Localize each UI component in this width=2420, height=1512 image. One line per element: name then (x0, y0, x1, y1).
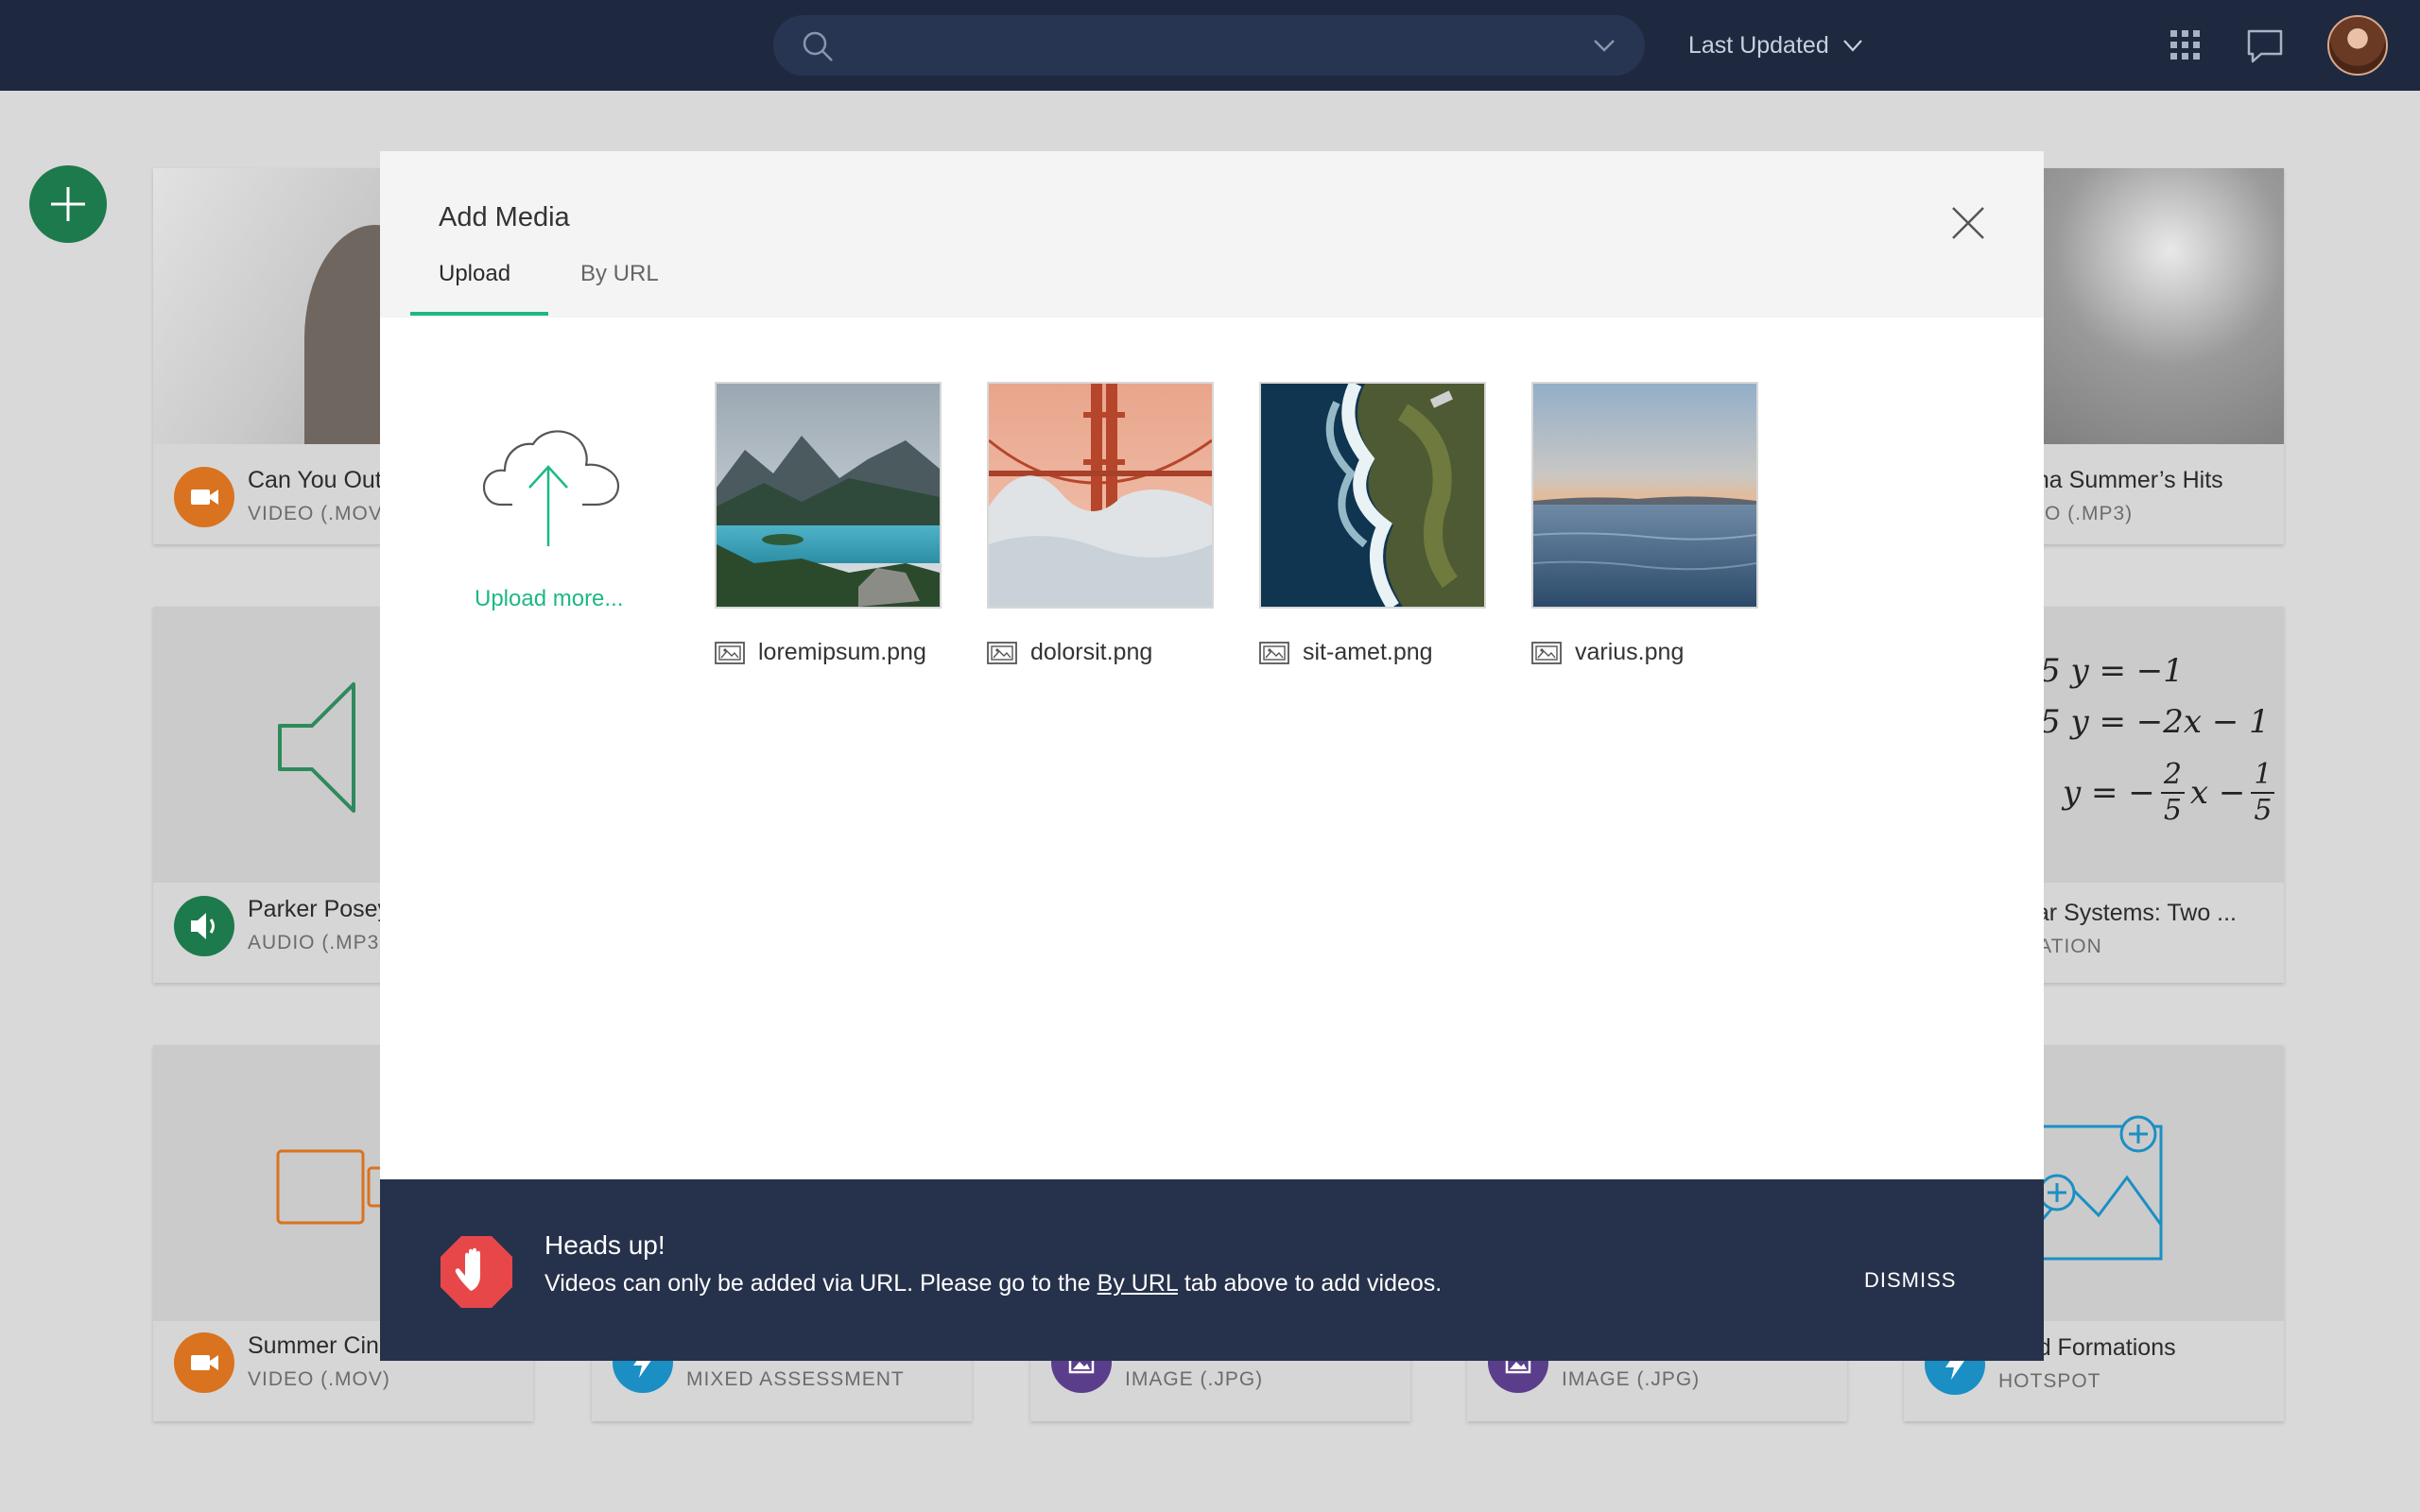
add-media-dialog: Add Media Upload By URL Upload more... l… (380, 151, 2044, 1361)
upload-more-button[interactable]: Upload more... (475, 425, 635, 633)
file-thumbnail (987, 382, 1214, 609)
chevron-down-icon (1842, 40, 1862, 52)
file-name: sit-amet.png (1303, 639, 1433, 665)
dialog-header: Add Media Upload By URL (380, 151, 2044, 318)
file-thumbnail (715, 382, 942, 609)
speaker-icon (278, 682, 355, 813)
card-type: IMAGE (.JPG) (1125, 1368, 1264, 1390)
close-icon[interactable] (1949, 204, 1987, 242)
card-title: nna Summer’s Hits (2023, 467, 2223, 493)
search-bar[interactable] (773, 15, 1645, 76)
search-icon (803, 31, 833, 61)
video-frame-icon (276, 1149, 386, 1225)
sort-dropdown[interactable]: Last Updated (1688, 28, 1863, 62)
top-bar: Last Updated (0, 0, 2420, 91)
media-file[interactable]: varius.png (1531, 382, 1758, 665)
card-title: Parker Posey (248, 896, 390, 922)
apps-grid-icon[interactable] (2165, 25, 2206, 66)
dialog-title: Add Media (439, 202, 570, 232)
file-thumbnail (1259, 382, 1486, 609)
image-file-icon (715, 641, 745, 664)
image-file-icon (987, 641, 1017, 664)
speaker-icon (174, 896, 234, 956)
file-name: loremipsum.png (758, 639, 926, 665)
media-file[interactable]: dolorsit.png (987, 382, 1214, 665)
plus-icon (51, 187, 85, 221)
file-name: dolorsit.png (1030, 639, 1153, 665)
equation-preview: 5 y = −1 5 y = −2x − 1 y = − 2 5 x − 1 5 (2040, 652, 2275, 828)
alert-title: Heads up! (544, 1230, 666, 1260)
image-file-icon (1531, 641, 1562, 664)
chevron-down-icon[interactable] (1592, 36, 1616, 55)
card-type: VIDEO (.MOV) (248, 503, 390, 524)
video-warning-alert: Heads up! Videos can only be added via U… (380, 1179, 2044, 1361)
image-file-icon (1259, 641, 1289, 664)
alert-message: Videos can only be added via URL. Please… (544, 1270, 1443, 1297)
add-button[interactable] (29, 165, 107, 243)
media-file[interactable]: loremipsum.png (715, 382, 942, 665)
cloud-upload-icon (482, 430, 620, 546)
card-title: Summer Cin (248, 1332, 379, 1359)
tab-by-url[interactable]: By URL (580, 261, 659, 287)
chat-icon[interactable] (2244, 25, 2286, 66)
file-name: varius.png (1575, 639, 1685, 665)
card-type: VIDEO (.MOV) (248, 1368, 390, 1390)
card-type: IMAGE (.JPG) (1562, 1368, 1701, 1390)
file-thumbnail (1531, 382, 1758, 609)
sort-label: Last Updated (1688, 31, 1829, 59)
by-url-link[interactable]: By URL (1098, 1270, 1178, 1297)
upload-more-label: Upload more... (475, 586, 624, 611)
hotspot-image-icon (2036, 1115, 2163, 1261)
media-file[interactable]: sit-amet.png (1259, 382, 1486, 665)
video-camera-icon (174, 1332, 234, 1393)
search-input[interactable] (849, 26, 1567, 64)
video-camera-icon (174, 467, 234, 527)
active-tab-indicator (410, 312, 548, 316)
card-title: ear Systems: Two ... (2023, 900, 2238, 926)
card-type: HOTSPOT (1998, 1370, 2101, 1392)
stop-hand-icon (441, 1236, 512, 1308)
card-type: AUDIO (.MP3) (248, 932, 388, 954)
tab-upload[interactable]: Upload (439, 261, 510, 287)
card-title: Can You Out (248, 467, 382, 493)
avatar[interactable] (2327, 15, 2388, 76)
card-type: MIXED ASSESSMENT (686, 1368, 905, 1390)
dismiss-button[interactable]: DISMISS (1864, 1268, 1956, 1293)
